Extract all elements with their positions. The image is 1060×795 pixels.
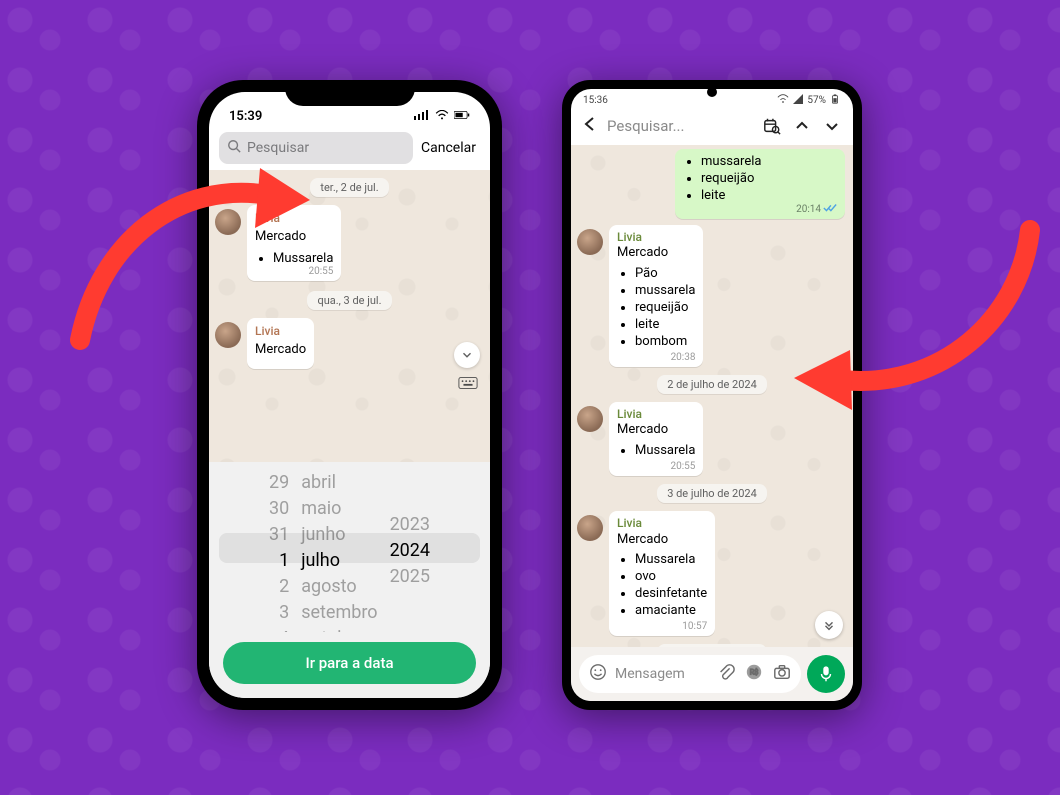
- attach-icon[interactable]: [717, 663, 735, 685]
- incoming-bubble[interactable]: Livia Mercado Mussarela ovo desinfetante…: [609, 511, 715, 636]
- list-item: Mussarela: [635, 443, 695, 460]
- signal-icon: [792, 94, 804, 107]
- incoming-bubble[interactable]: Livia Mercado Pão mussarela requeijão le…: [609, 225, 703, 367]
- message-row: Livia Mercado Pão mussarela requeijão le…: [571, 223, 853, 369]
- emoji-icon[interactable]: [589, 663, 607, 685]
- signal-icon: [414, 109, 430, 124]
- list-item: requeijão: [701, 171, 837, 188]
- incoming-bubble[interactable]: Livia Mercado Mussarela 20:55: [247, 205, 341, 281]
- android-time: 15:36: [583, 95, 608, 106]
- outgoing-bubble[interactable]: mussarela requeijão leite 20:14: [675, 149, 845, 219]
- android-chat-surface[interactable]: mussarela requeijão leite 20:14 Livia Me…: [571, 145, 853, 647]
- list-item: leite: [635, 317, 695, 334]
- sender-name: Livia: [255, 210, 333, 226]
- list-item: mussarela: [635, 283, 695, 300]
- wifi-icon: [434, 109, 450, 124]
- calendar-search-icon[interactable]: [761, 115, 783, 137]
- ios-status-right: [414, 109, 470, 124]
- picker-selection-bar: [219, 533, 480, 563]
- message-placeholder: Mensagem: [615, 666, 685, 682]
- android-screen: 15:36 57% Pesquisar... mussarela requeij…: [571, 89, 853, 701]
- message-body: Mercado: [255, 341, 306, 359]
- date-chip: ter., 2 de jul.: [310, 178, 388, 197]
- search-input[interactable]: Pesquisar: [219, 132, 413, 164]
- avatar[interactable]: [215, 209, 241, 235]
- avatar[interactable]: [577, 406, 603, 432]
- android-search-row: Pesquisar...: [571, 111, 853, 145]
- battery-icon: [829, 94, 841, 107]
- list-item: Pão: [635, 266, 695, 283]
- message-time: 20:55: [671, 460, 696, 473]
- keyboard-icon-row: [209, 371, 490, 396]
- incoming-bubble[interactable]: Livia Mercado: [247, 318, 314, 369]
- date-picker-panel: 29 30 31 1 2 3 4 abril maio junho julho …: [209, 462, 490, 698]
- battery-icon: [454, 109, 470, 124]
- cancel-button[interactable]: Cancelar: [421, 140, 480, 156]
- message-row: Livia Mercado Mussarela 20:55: [571, 400, 853, 478]
- scroll-down-button[interactable]: [815, 611, 843, 639]
- date-chip: 6 de julho de 2024: [657, 644, 767, 647]
- sender-name: Livia: [255, 323, 306, 339]
- list-item: requeijão: [635, 300, 695, 317]
- back-button[interactable]: [581, 115, 599, 137]
- sender-name: Livia: [617, 407, 695, 423]
- battery-text: 57%: [807, 95, 826, 106]
- android-camera-hole: [707, 87, 717, 97]
- ios-search-row: Pesquisar Cancelar: [209, 126, 490, 170]
- go-to-date-button[interactable]: Ir para a data: [223, 642, 476, 684]
- iphone-notch: [285, 80, 415, 106]
- ios-time: 15:39: [229, 109, 262, 124]
- payment-icon[interactable]: R$: [745, 663, 763, 685]
- android-mock: 15:36 57% Pesquisar... mussarela requeij…: [562, 80, 862, 710]
- avatar[interactable]: [215, 322, 241, 348]
- picker-wheels[interactable]: 29 30 31 1 2 3 4 abril maio junho julho …: [209, 462, 490, 632]
- date-chip: 3 de julho de 2024: [657, 484, 767, 503]
- list-item: amaciante: [635, 603, 707, 620]
- results-up-button[interactable]: [791, 115, 813, 137]
- date-chip: qua., 3 de jul.: [307, 291, 391, 310]
- message-row: Livia Mercado: [209, 316, 490, 371]
- date-chip: 2 de julho de 2024: [657, 375, 767, 394]
- list-item: mussarela: [701, 154, 837, 171]
- iphone-mock: 15:39 Pesquisar Cancelar ter., 2 de jul.…: [197, 80, 502, 710]
- iphone-screen: 15:39 Pesquisar Cancelar ter., 2 de jul.…: [209, 92, 490, 698]
- incoming-bubble[interactable]: Livia Mercado Mussarela 20:55: [609, 402, 703, 476]
- list-item: ovo: [635, 569, 707, 586]
- message-time: 20:55: [309, 265, 334, 279]
- avatar[interactable]: [577, 515, 603, 541]
- sender-name: Livia: [617, 230, 695, 246]
- search-icon: [227, 139, 247, 157]
- message-body: Mercado Mussarela ovo desinfetante amaci…: [617, 532, 707, 632]
- list-item: Mussarela: [635, 552, 707, 569]
- search-input[interactable]: Pesquisar...: [607, 117, 753, 135]
- message-time: 20:14: [796, 203, 837, 217]
- keyboard-icon[interactable]: [458, 375, 478, 394]
- camera-icon[interactable]: [773, 663, 791, 685]
- results-down-button[interactable]: [821, 115, 843, 137]
- message-body: Mercado Pão mussarela requeijão leite bo…: [617, 245, 695, 362]
- list-item: bombom: [635, 334, 695, 351]
- message-time: 10:57: [682, 620, 707, 633]
- android-input-bar: Mensagem R$: [571, 647, 853, 701]
- read-ticks-icon: [823, 203, 837, 217]
- svg-text:R$: R$: [750, 668, 758, 677]
- message-row: Livia Mercado Mussarela ovo desinfetante…: [571, 509, 853, 638]
- message-time: 20:38: [671, 351, 696, 364]
- android-status-right: 57%: [777, 94, 841, 107]
- search-placeholder: Pesquisar: [247, 140, 309, 156]
- wifi-icon: [777, 94, 789, 107]
- avatar[interactable]: [577, 229, 603, 255]
- message-row: Livia Mercado Mussarela 20:55: [209, 203, 490, 283]
- sender-name: Livia: [617, 516, 707, 532]
- list-item: desinfetante: [635, 586, 707, 603]
- mic-button[interactable]: [807, 655, 845, 693]
- ios-chat-surface[interactable]: ter., 2 de jul. Livia Mercado Mussarela …: [209, 170, 490, 462]
- message-input[interactable]: Mensagem R$: [579, 655, 801, 693]
